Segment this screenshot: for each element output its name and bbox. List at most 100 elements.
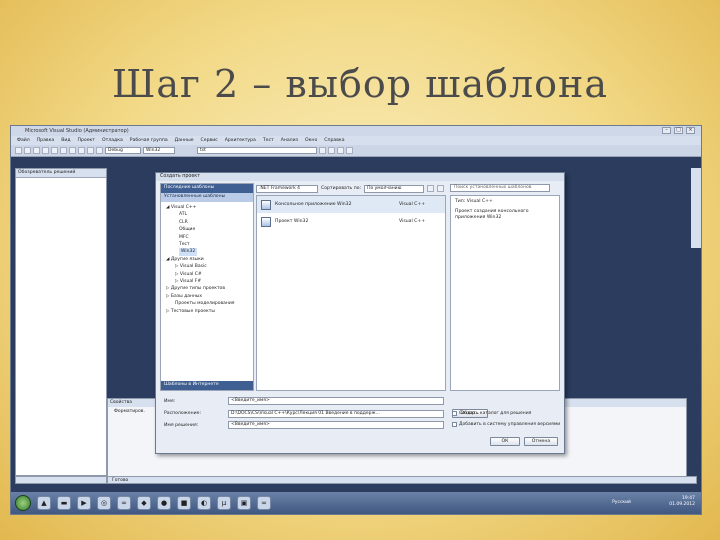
tree-node[interactable]: ▷ Visual Basic: [161, 263, 253, 270]
start-debug-icon[interactable]: [96, 147, 103, 154]
tree-node[interactable]: MFC: [161, 234, 253, 241]
browser-icon[interactable]: ◎: [97, 496, 111, 510]
new-project-icon[interactable]: [15, 147, 22, 154]
tree-node[interactable]: Тест: [161, 241, 253, 248]
checkbox-icon: [452, 411, 457, 416]
menu-item[interactable]: Тест: [263, 138, 274, 143]
maximize-icon[interactable]: □: [674, 127, 683, 134]
cut-icon[interactable]: [51, 147, 58, 154]
app-icon[interactable]: ■: [177, 496, 191, 510]
source-control-checkbox[interactable]: Добавить в систему управления версиями: [452, 422, 560, 427]
grid-view-icon[interactable]: [437, 185, 445, 192]
app-icon[interactable]: ▣: [237, 496, 251, 510]
solution-explorer-panel: Обозреватель решений: [15, 168, 107, 476]
close-icon[interactable]: ×: [686, 127, 695, 134]
window-titlebar: Microsoft Visual Studio (Администратор) …: [11, 126, 701, 136]
create-dir-checkbox[interactable]: Создать каталог для решения: [452, 411, 531, 416]
copy-icon[interactable]: [60, 147, 67, 154]
menu-item[interactable]: Архитектура: [225, 138, 256, 143]
menu-item[interactable]: Правка: [37, 138, 54, 143]
start-button[interactable]: [15, 495, 31, 511]
template-description: Проект создания консольного приложения W…: [455, 209, 529, 220]
menu-item[interactable]: Вид: [61, 138, 70, 143]
app-icon[interactable]: ●: [157, 496, 171, 510]
tree-node[interactable]: ▷ Базы данных: [161, 293, 253, 300]
tree-node[interactable]: ▷ Visual C#: [161, 271, 253, 278]
minimize-icon[interactable]: –: [662, 127, 671, 134]
toolbar: Debug Win32 tst: [11, 145, 701, 157]
config-select[interactable]: Debug: [105, 147, 141, 154]
visual-studio-icon[interactable]: ∞: [117, 496, 131, 510]
tool-icon[interactable]: [328, 147, 335, 154]
tree-node[interactable]: ▷ Тестовые проекты: [161, 308, 253, 315]
tree-node[interactable]: ▷ Другие типы проектов: [161, 285, 253, 292]
paste-icon[interactable]: [69, 147, 76, 154]
clock[interactable]: 19:47 01.09.2012: [669, 496, 695, 508]
panel-tabs[interactable]: [15, 476, 107, 484]
framework-select[interactable]: .NET Framework 4: [256, 184, 318, 193]
menu-item[interactable]: Проект: [78, 138, 95, 143]
template-type: Тип: Visual C++: [455, 199, 493, 204]
solution-explorer-title: Обозреватель решений: [16, 169, 106, 178]
tree-node[interactable]: ◢ Visual C++: [161, 204, 253, 211]
template-item[interactable]: Проект Win32 Visual C++: [257, 213, 445, 230]
taskbar: ▲ ▬ ▶ ◎ ∞ ◆ ● ■ ◐ µ ▣ ∞ Русский 19:47 01…: [11, 492, 701, 514]
solution-name-row: Имя решения: <Введите_имя>: [164, 421, 444, 429]
console-app-icon: [261, 199, 271, 210]
tree-node[interactable]: Проекты моделирования: [161, 300, 253, 307]
tree-node[interactable]: Общие: [161, 226, 253, 233]
open-icon[interactable]: [24, 147, 31, 154]
menu-item[interactable]: Окно: [305, 138, 317, 143]
list-view-icon[interactable]: [427, 185, 435, 192]
dialog-title: Создать проект: [156, 173, 564, 181]
template-tree: ◢ Visual C++ ATL CLR Общие MFC Тест Win3…: [161, 202, 253, 317]
redo-icon[interactable]: [87, 147, 94, 154]
recent-templates-item[interactable]: Последние шаблоны: [161, 184, 253, 193]
find-combo[interactable]: tst: [197, 147, 317, 154]
save-icon[interactable]: [33, 147, 40, 154]
menu-item[interactable]: Данные: [175, 138, 194, 143]
window-controls: – □ ×: [662, 127, 695, 134]
tree-node[interactable]: ◢ Другие языки: [161, 256, 253, 263]
save-all-icon[interactable]: [42, 147, 49, 154]
folder-icon[interactable]: ▬: [57, 496, 71, 510]
language-indicator[interactable]: Русский: [612, 500, 631, 505]
tool-icon[interactable]: [346, 147, 353, 154]
platform-select[interactable]: Win32: [143, 147, 175, 154]
solution-name-input[interactable]: <Введите_имя>: [228, 421, 444, 429]
installed-templates-item[interactable]: Установленные шаблоны: [161, 193, 253, 202]
location-select[interactable]: D:\DOCS\CS\Visual C++\Курс\Лекция 01 Вве…: [228, 409, 444, 418]
menu-item[interactable]: Справка: [324, 138, 344, 143]
media-icon[interactable]: ▶: [77, 496, 91, 510]
sort-select[interactable]: По умолчанию: [364, 184, 425, 193]
win32-project-icon: [261, 216, 271, 227]
tree-node-selected[interactable]: Win32: [161, 248, 253, 256]
cancel-button[interactable]: Отмена: [524, 437, 558, 446]
app-icon[interactable]: ◐: [197, 496, 211, 510]
template-item-selected[interactable]: Консольное приложение Win32 Visual C++: [257, 196, 445, 213]
ok-button[interactable]: ОК: [490, 437, 520, 446]
status-bar: Готово: [107, 476, 697, 484]
menu-item[interactable]: Отладка: [102, 138, 123, 143]
app-icon[interactable]: ▲: [37, 496, 51, 510]
sort-label: Сортировать по:: [321, 186, 362, 191]
menu-item[interactable]: Сервис: [201, 138, 218, 143]
torrent-icon[interactable]: µ: [217, 496, 231, 510]
tree-node[interactable]: CLR: [161, 219, 253, 226]
tree-node[interactable]: ▷ Visual F#: [161, 278, 253, 285]
template-search-input[interactable]: Поиск установленных шаблонов: [450, 184, 550, 192]
app-icon[interactable]: ◆: [137, 496, 151, 510]
menu-item[interactable]: Рабочая группа: [130, 138, 168, 143]
tree-node[interactable]: ATL: [161, 211, 253, 218]
menu-item[interactable]: Анализ: [281, 138, 298, 143]
undo-icon[interactable]: [78, 147, 85, 154]
find-icon[interactable]: [319, 147, 326, 154]
checkbox-icon: [452, 422, 457, 427]
right-dock-strip[interactable]: [691, 168, 701, 248]
online-templates-item[interactable]: Шаблоны в Интернете: [161, 381, 253, 390]
menu-item[interactable]: Файл: [17, 138, 30, 143]
tool-icon[interactable]: [337, 147, 344, 154]
template-tree-panel: Последние шаблоны Установленные шаблоны …: [160, 183, 254, 391]
name-input[interactable]: <Введите_имя>: [228, 397, 444, 405]
app-icon[interactable]: ∞: [257, 496, 271, 510]
